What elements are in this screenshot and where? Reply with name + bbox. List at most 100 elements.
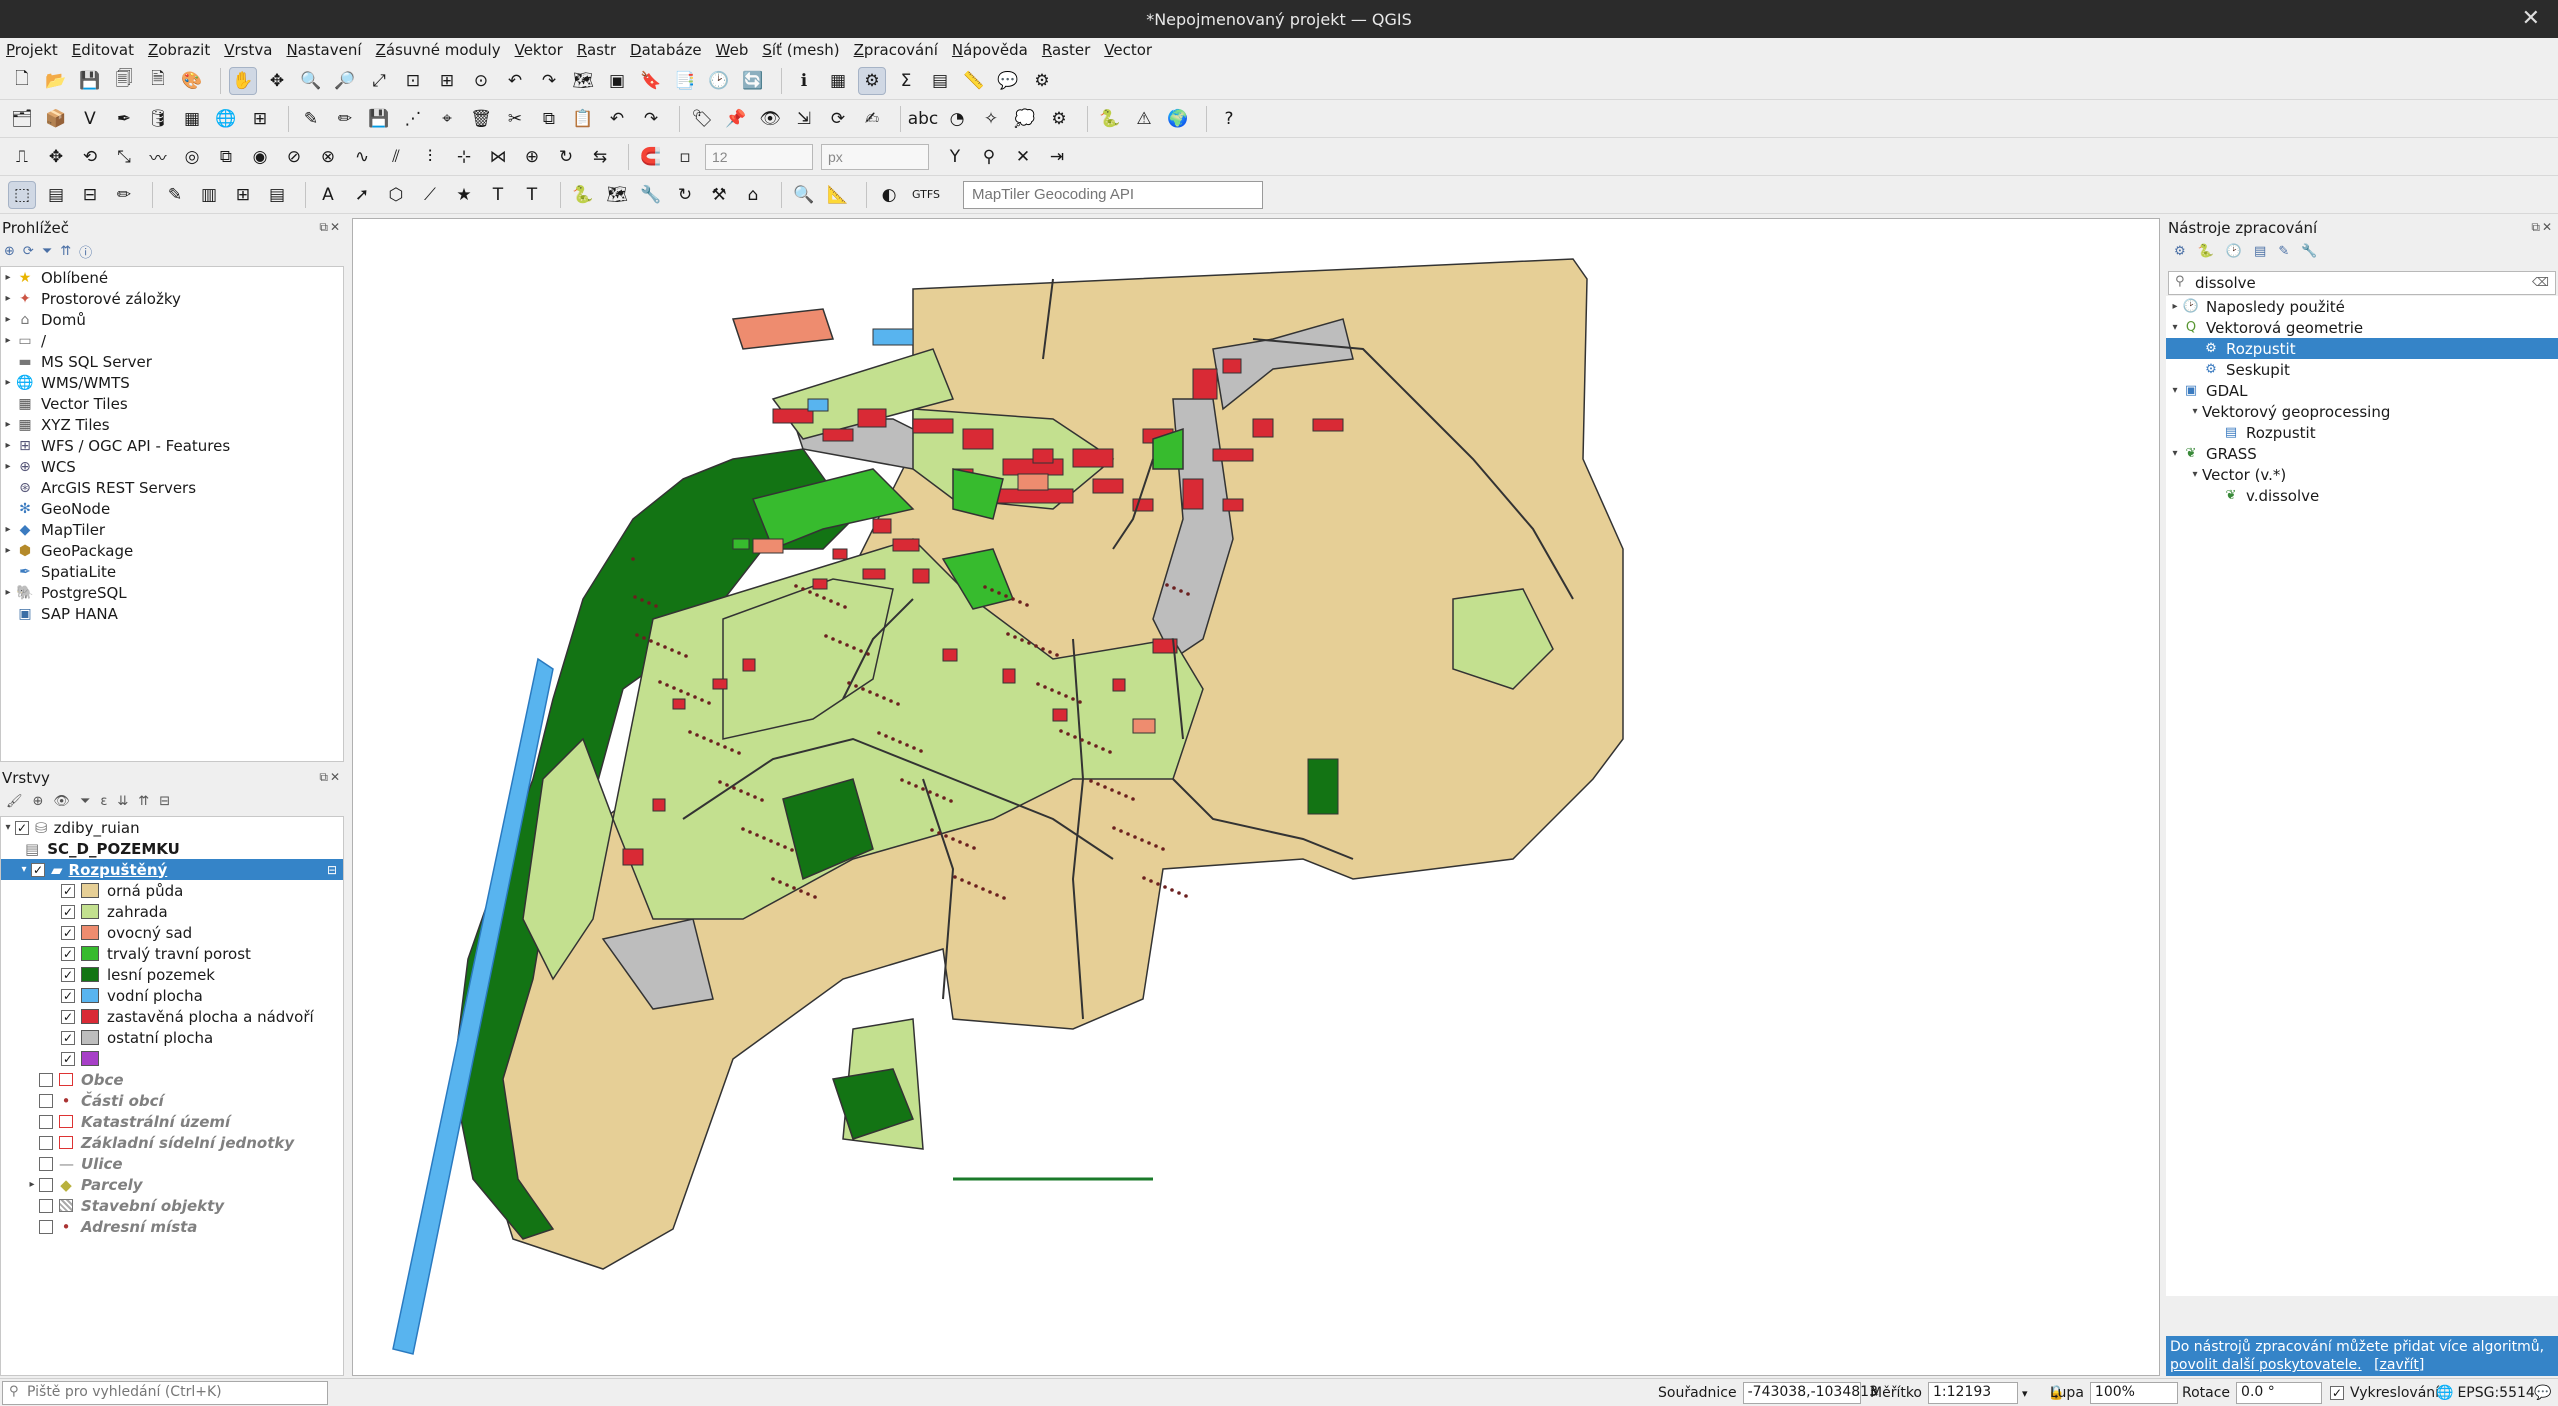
add-database-layer-icon[interactable]: 🛢 <box>144 105 172 133</box>
annotation-marker-icon[interactable]: ★ <box>450 181 478 209</box>
menu-projekt[interactable]: Projekt <box>6 41 58 59</box>
add-wms-layer-icon[interactable]: 🌐 <box>212 105 240 133</box>
pan-icon[interactable]: ✋ <box>229 66 257 95</box>
browser-item-wcs[interactable]: ▸ ⊕ WCS <box>1 456 343 477</box>
snapping-magnet-icon[interactable]: 🧲 <box>637 143 665 171</box>
save-edits-icon[interactable]: 💾 <box>365 105 393 133</box>
undo-icon[interactable]: ↶ <box>603 105 631 133</box>
layer-row[interactable]: Katastrální území <box>1 1111 343 1132</box>
fill-ring-icon[interactable]: ◉ <box>246 143 274 171</box>
topological-editing-icon[interactable]: ⚲ <box>975 143 1003 171</box>
attribute-form-icon[interactable]: ✎ <box>161 181 189 209</box>
legend-item[interactable]: ✓ <box>1 1048 343 1069</box>
deselect-all-icon[interactable]: ⊟ <box>76 181 104 209</box>
layer-rozpusteny[interactable]: ▾ ✓ ▰ Rozpuštěný ⊟ <box>1 859 343 880</box>
legend-item[interactable]: ✓ trvalý travní porost <box>1 943 343 964</box>
open-project-icon[interactable]: 📂 <box>42 67 70 95</box>
cut-features-icon[interactable]: ✂ <box>501 105 529 133</box>
legend-item[interactable]: ✓ lesní pozemek <box>1 964 343 985</box>
select-by-value-icon[interactable]: ▤ <box>42 181 70 209</box>
python-console-icon[interactable]: 🐍 <box>569 181 597 209</box>
browser-item-favorites[interactable]: ▸ ★ Oblíbené <box>1 267 343 288</box>
close-info-link[interactable]: [zavřít] <box>2374 1357 2424 1373</box>
map-svg[interactable] <box>353 219 2160 1376</box>
legend-item[interactable]: ✓ zastavěná plocha a nádvoří <box>1 1006 343 1027</box>
label-pin-icon[interactable]: 📌 <box>722 105 750 133</box>
add-selected-layers-icon[interactable]: ⊕ <box>4 244 15 259</box>
legend-item[interactable]: ✓ vodní plocha <box>1 985 343 1006</box>
label-move-icon[interactable]: ⇲ <box>790 105 818 133</box>
layer-visibility-checkbox[interactable] <box>39 1093 53 1108</box>
label-change-icon[interactable]: ✍ <box>858 105 886 133</box>
geocoder-input[interactable] <box>963 180 1263 209</box>
plugin-globe-icon[interactable]: 🌍 <box>1164 105 1192 133</box>
print-layout-icon[interactable]: 🗎 <box>144 67 172 95</box>
redo-icon[interactable]: ↷ <box>637 105 665 133</box>
bookmarks-icon[interactable]: 📑 <box>671 67 699 95</box>
menu-rastr[interactable]: Rastr <box>577 41 616 59</box>
layer-row[interactable]: Obce <box>1 1069 343 1090</box>
pan-to-selection-icon[interactable]: ✥ <box>263 67 291 95</box>
annotation-pointer-icon[interactable]: ➚ <box>348 181 376 209</box>
legend-item[interactable]: ✓ ovocný sad <box>1 922 343 943</box>
browser-item-mssql[interactable]: ▬ MS SQL Server <box>1 351 343 372</box>
menu-zpracovani[interactable]: Zpracování <box>854 41 938 59</box>
layer-indicator-icon[interactable]: ⊟ <box>327 863 337 877</box>
expand-arrow-icon[interactable]: ▾ <box>2188 469 2202 480</box>
zoom-layer-icon[interactable]: ⊞ <box>433 67 461 95</box>
zoom-native-icon[interactable]: ⊙ <box>467 67 495 95</box>
layer-sc-d-pozemku[interactable]: ▤ SC_D_POZEMKU <box>1 838 343 859</box>
data-source-manager-icon[interactable]: 🗂 <box>8 105 36 133</box>
browser-item-root[interactable]: ▸ ▭ / <box>1 330 343 351</box>
snapping-tolerance-input[interactable] <box>705 143 813 170</box>
label-diagram-icon[interactable]: ◔ <box>943 105 971 133</box>
menu-web[interactable]: Web <box>716 41 749 59</box>
browser-item-postgresql[interactable]: ▸ 🐘 PostgreSQL <box>1 582 343 603</box>
processing-tree-item[interactable]: ▾ ❦ GRASS <box>2166 443 2558 464</box>
magnifier-field[interactable]: 100% <box>2089 1382 2178 1404</box>
layer-visibility-checkbox[interactable] <box>39 1072 53 1087</box>
add-group-icon[interactable]: ⊕ <box>33 794 44 809</box>
plugin-python-icon[interactable]: 🐍 <box>1096 105 1124 133</box>
new-3d-view-icon[interactable]: ▣ <box>603 67 631 95</box>
browser-item-arcgis[interactable]: ⊛ ArcGIS REST Servers <box>1 477 343 498</box>
field-calculator-icon[interactable]: ▤ <box>926 67 954 95</box>
menu-vrstva[interactable]: Vrstva <box>224 41 272 59</box>
menu-editovat[interactable]: Editovat <box>72 41 134 59</box>
processing-tree-item[interactable]: ⚙ Rozpustit <box>2166 338 2558 359</box>
zoom-out-icon[interactable]: 🔎 <box>331 67 359 95</box>
layer-visibility-checkbox[interactable] <box>39 1198 53 1213</box>
current-edits-icon[interactable]: ✎ <box>297 105 325 133</box>
legend-checkbox[interactable]: ✓ <box>61 1051 75 1066</box>
new-project-icon[interactable]: 🗋 <box>8 67 36 95</box>
reverse-line-icon[interactable]: ⇆ <box>586 143 614 171</box>
collapse-all-icon[interactable]: ⇈ <box>60 244 71 259</box>
field-list-icon[interactable]: ▤ <box>263 181 291 209</box>
messages-icon[interactable]: 💬 <box>2534 1382 2551 1404</box>
toggle-editing-icon[interactable]: ✏ <box>331 105 359 133</box>
scripts-icon[interactable]: 🐍 <box>2198 244 2214 259</box>
processing-toolbox-icon[interactable]: ⚙ <box>858 66 886 95</box>
results-viewer-icon[interactable]: ▤ <box>2254 244 2266 259</box>
add-raster-layer-icon[interactable]: ▦ <box>178 105 206 133</box>
open-attribute-table-icon[interactable]: ▦ <box>824 67 852 95</box>
processing-tree-item[interactable]: ▾ ▣ GDAL <box>2166 380 2558 401</box>
annotation-polygon-icon[interactable]: ⬡ <box>382 181 410 209</box>
zoom-last-icon[interactable]: ↶ <box>501 67 529 95</box>
browser-item-maptiler[interactable]: ▸ ◆ MapTiler <box>1 519 343 540</box>
processing-tree-item[interactable]: ▤ Rozpustit <box>2166 422 2558 443</box>
refresh-icon[interactable]: 🔄 <box>739 67 767 95</box>
layer-visibility-checkbox[interactable] <box>39 1156 53 1171</box>
plugin-warning-icon[interactable]: ⚠ <box>1130 105 1158 133</box>
browser-item-xyz[interactable]: ▸ ▦ XYZ Tiles <box>1 414 343 435</box>
expand-arrow-icon[interactable]: ▾ <box>2168 322 2182 333</box>
expand-arrow-icon[interactable]: ▾ <box>2168 385 2182 396</box>
map-canvas[interactable] <box>352 218 2160 1376</box>
annotation-text-icon[interactable]: A <box>314 181 342 209</box>
menu-databaze[interactable]: Databáze <box>630 41 702 59</box>
gtfs-icon[interactable]: GTFS <box>909 181 943 209</box>
copy-features-icon[interactable]: ⧉ <box>535 105 563 133</box>
clear-search-icon[interactable]: ⌫ <box>2532 275 2549 289</box>
menu-raster[interactable]: Raster <box>1042 41 1090 59</box>
chevron-down-icon[interactable]: ▾ <box>2022 1387 2028 1400</box>
